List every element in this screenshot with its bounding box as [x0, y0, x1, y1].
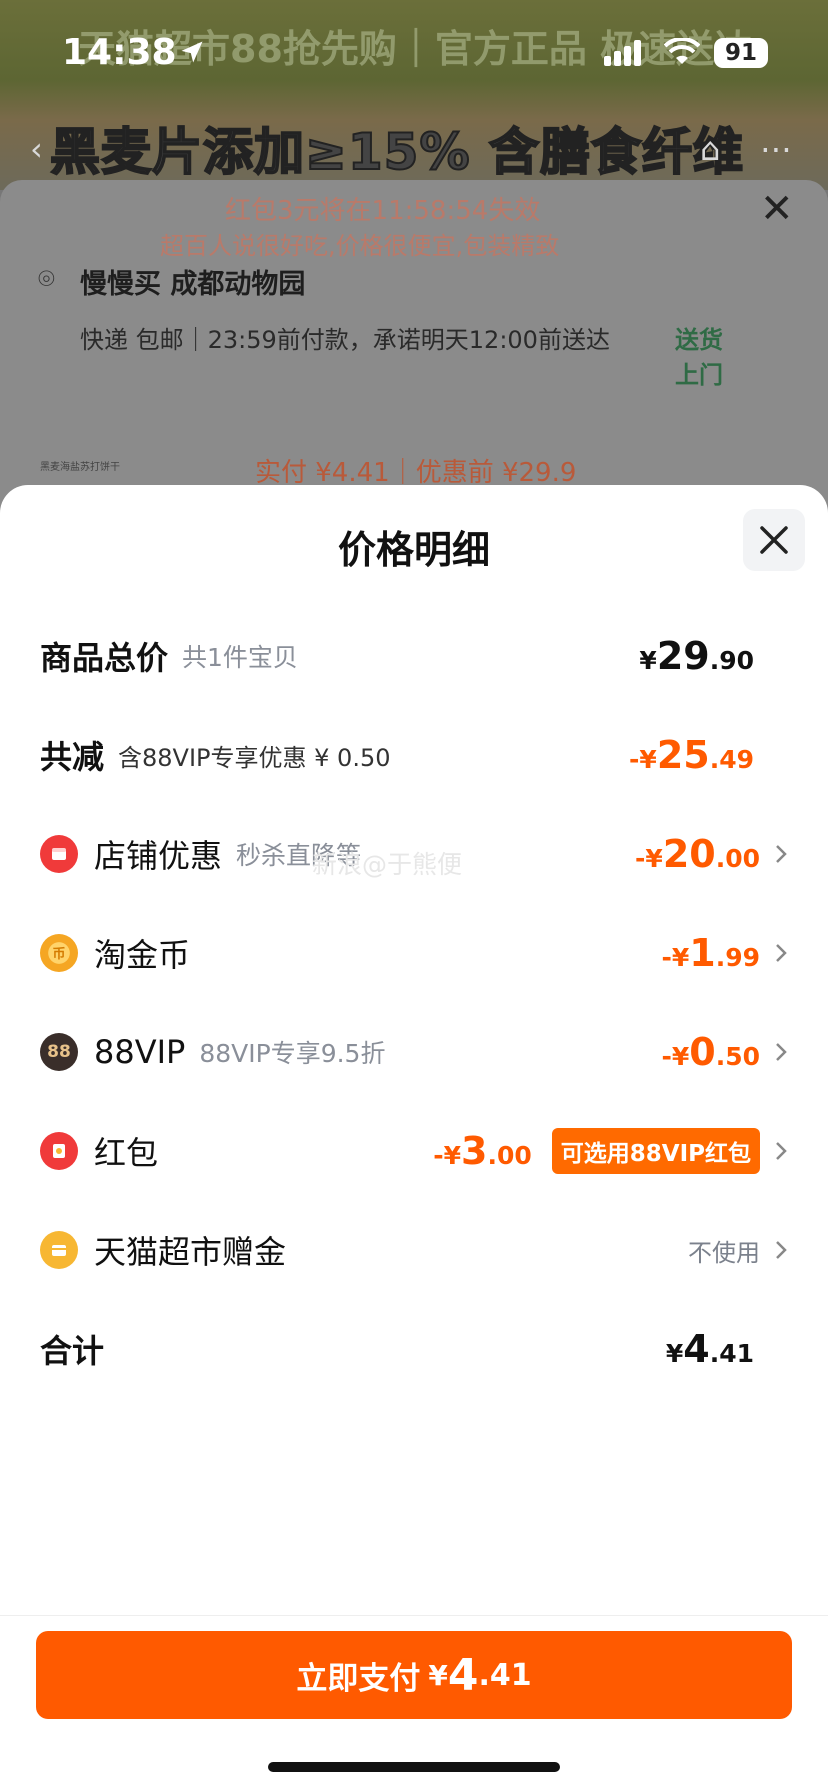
cart-icon: ⌂ — [700, 130, 721, 168]
shop-icon — [40, 835, 78, 873]
background-review-hint: 超百人说很好吃,价格很便宜,包装精致 — [160, 232, 560, 260]
row-gold-coin[interactable]: 币 淘金币 -¥1.99 — [40, 923, 788, 983]
back-icon: ‹ — [30, 130, 43, 168]
row-88vip[interactable]: 88 88VIP 88VIP专享9.5折 -¥0.50 — [40, 1022, 788, 1082]
gold-coin-price: -¥1.99 — [661, 931, 760, 975]
red-packet-label: 红包 — [94, 1134, 159, 1172]
background-price-line: 实付 ¥4.41｜优惠前 ¥29.9 — [255, 458, 577, 488]
vip88-label: 88VIP — [94, 1033, 186, 1071]
goods-total-label: 商品总价 — [40, 639, 169, 677]
total-discount-label: 共减 — [40, 738, 105, 776]
background-headline: 黑麦片添加≥15% 含膳食纤维 — [49, 122, 744, 182]
pay-now-label: 立即支付 — [296, 1660, 421, 1697]
location-arrow-icon — [181, 41, 203, 63]
battery-indicator: 91 — [714, 38, 768, 68]
background-product-thumb: 黑麦海盐苏打饼干 — [40, 462, 120, 473]
vip-discount-note: 含88VIP专享优惠 ¥ 0.50 — [118, 743, 391, 772]
close-icon — [760, 526, 788, 554]
goods-total-price: ¥29.90 — [639, 634, 754, 678]
status-time: 14:38 — [62, 32, 177, 73]
total-label: 合计 — [40, 1332, 105, 1370]
gift-money-label: 天猫超市赠金 — [94, 1233, 287, 1271]
pay-now-button[interactable]: 立即支付 ¥ 4 .41 — [36, 1631, 792, 1719]
wifi-icon — [664, 38, 700, 64]
chevron-right-icon — [776, 944, 787, 962]
row-total: 合计 ¥4.41 — [40, 1319, 788, 1379]
gold-coin-label: 淘金币 — [94, 936, 191, 974]
background-delivery: 快递 包邮｜23:59前付款，承诺明天12:00前送达 — [80, 326, 610, 354]
row-red-packet[interactable]: 红包 -¥3.00 可选用88VIP红包 — [40, 1121, 788, 1181]
red-packet-icon — [40, 1132, 78, 1170]
watermark: 新浪@于熊便 — [312, 850, 463, 879]
row-gift-money[interactable]: 天猫超市赠金 不使用 — [40, 1220, 788, 1280]
chevron-right-icon — [776, 845, 787, 863]
background-close-icon: ✕ — [760, 186, 794, 232]
chevron-right-icon — [776, 1043, 787, 1061]
home-indicator[interactable] — [268, 1762, 560, 1772]
red-packet-price: -¥3.00 — [433, 1129, 532, 1173]
gold-coin-icon: 币 — [40, 934, 78, 972]
cellular-signal-icon — [604, 40, 644, 66]
vip88-price: -¥0.50 — [661, 1030, 760, 1074]
location-pin-icon: ⌾ — [38, 262, 55, 295]
chevron-right-icon — [776, 1142, 787, 1160]
vip88-note: 88VIP专享9.5折 — [199, 1039, 386, 1068]
bottom-divider — [0, 1615, 828, 1616]
close-button[interactable] — [743, 509, 805, 571]
gift-money-status: 不使用 — [688, 1238, 760, 1267]
background-order-sheet: 红包3元将在11:58:54失效 超百人说很好吃,价格很便宜,包装精致 ✕ ⌾ … — [0, 180, 828, 520]
goods-count: 共1件宝贝 — [182, 643, 298, 672]
row-goods-total: 商品总价 共1件宝贝 ¥29.90 — [40, 626, 788, 686]
background-delivery-tag: 送货上门 — [675, 326, 723, 389]
total-discount-price: -¥25.49 — [629, 733, 754, 777]
vip-red-packet-badge[interactable]: 可选用88VIP红包 — [551, 1128, 760, 1174]
pay-currency: ¥ — [428, 1658, 448, 1692]
row-total-discount: 共减 含88VIP专享优惠 ¥ 0.50 -¥25.49 — [40, 725, 788, 785]
status-bar: 14:38 91 — [0, 0, 828, 100]
chevron-right-icon — [776, 1241, 787, 1259]
shop-discount-label: 店铺优惠 — [94, 837, 223, 875]
shop-discount-price: -¥20.00 — [635, 832, 760, 876]
gift-money-icon — [40, 1231, 78, 1269]
pay-amount-int: 4 — [447, 1649, 479, 1701]
more-icon: ⋯ — [760, 130, 792, 168]
price-detail-modal: 价格明细 商品总价 共1件宝贝 ¥29.90 共减 含88VIP专享优惠 ¥ 0… — [0, 485, 828, 1792]
svg-text:币: 币 — [52, 947, 65, 962]
total-price: ¥4.41 — [665, 1327, 754, 1371]
background-address: 慢慢买 成都动物园 — [80, 269, 306, 300]
modal-title: 价格明细 — [337, 528, 490, 572]
vip88-icon: 88 — [40, 1033, 78, 1071]
background-countdown: 红包3元将在11:58:54失效 — [225, 196, 541, 226]
pay-amount-dec: .41 — [478, 1657, 532, 1693]
